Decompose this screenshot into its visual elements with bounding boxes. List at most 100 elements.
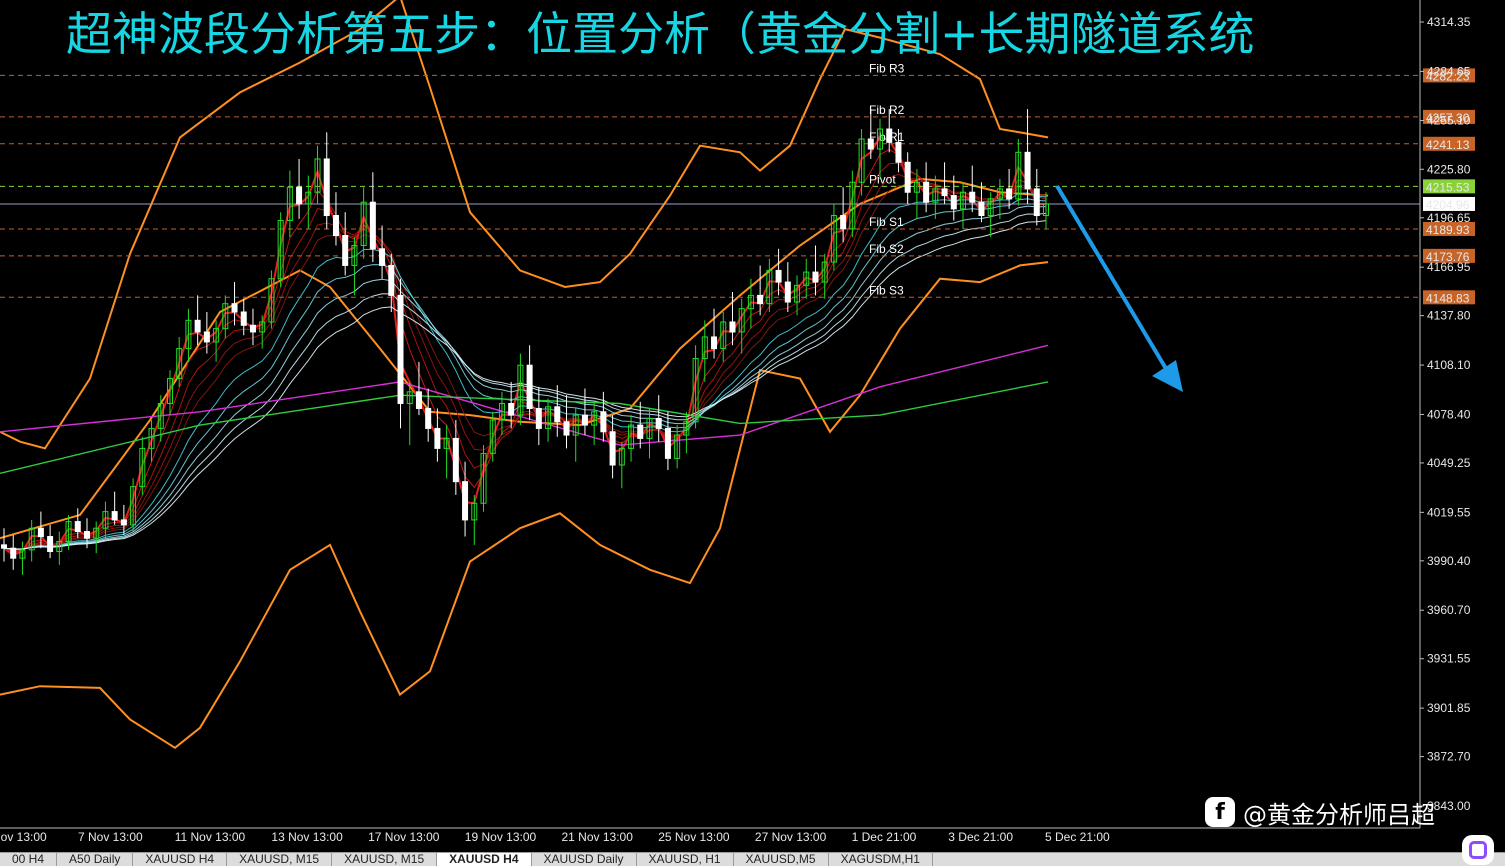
candle-body (332, 215, 339, 236)
chart-tab[interactable]: XAUUSD Daily (532, 853, 637, 866)
candle-body (655, 417, 662, 429)
candle-body (10, 547, 17, 559)
candle-body (1033, 188, 1040, 217)
time-tick-label: 7 Nov 13:00 (78, 830, 143, 844)
watermark-logo-icon: f (1205, 797, 1235, 827)
candle-body (923, 181, 930, 203)
candle-body (1006, 188, 1013, 200)
time-tick-label: 17 Nov 13:00 (368, 830, 440, 844)
chart-tab[interactable]: XAUUSD, M15 (332, 853, 438, 866)
candle-body (47, 536, 54, 553)
candle-body (867, 138, 874, 150)
price-tick-label: 3990.40 (1427, 554, 1471, 568)
fib-price-tag-label: 4241.13 (1426, 138, 1470, 152)
candle-body (757, 294, 764, 305)
candle-body (388, 264, 395, 296)
time-tick-label: Nov 13:00 (0, 830, 47, 844)
candle-body (904, 161, 911, 193)
candle-body (240, 311, 247, 326)
time-tick-label: 1 Dec 21:00 (852, 830, 917, 844)
fib-label: Fib S1 (869, 215, 904, 229)
app-logo-icon (1469, 841, 1487, 859)
time-tick-label: 5 Dec 21:00 (1045, 830, 1110, 844)
candle-body (508, 402, 515, 416)
price-tick-label: 4049.25 (1427, 456, 1471, 470)
price-tick-label: 4314.35 (1427, 15, 1471, 29)
chart-tab[interactable]: XAUUSD H4 (437, 853, 532, 866)
fib-label: Fib R3 (869, 61, 905, 75)
price-tick-label: 4166.95 (1427, 260, 1471, 274)
price-tick-label: 4255.10 (1427, 114, 1471, 128)
chart-title: 超神波段分析第五步：位置分析（黄金分割+长期隧道系统 (66, 7, 1255, 61)
candle-body (775, 269, 782, 283)
price-tick-label: 4225.80 (1427, 162, 1471, 176)
candle-body (194, 319, 201, 333)
candle-body (563, 421, 570, 436)
chart-tab[interactable]: 00 H4 (0, 853, 58, 866)
candle-body (637, 424, 644, 439)
candle-body (342, 234, 349, 266)
candle-body (600, 411, 607, 433)
candle-body (895, 141, 902, 163)
candle-body (111, 511, 118, 521)
time-tick-label: 13 Nov 13:00 (271, 830, 343, 844)
price-tick-label: 3931.55 (1427, 652, 1471, 666)
candle-body (969, 191, 976, 203)
candle-body (379, 248, 386, 266)
candle-body (978, 201, 985, 217)
fib-label: Fib S2 (869, 242, 904, 256)
candle-body (83, 531, 90, 539)
chart-tab[interactable]: XAUUSD, M15 (227, 853, 333, 866)
candle-body (581, 414, 588, 426)
candle-body (425, 407, 432, 429)
candle-body (950, 195, 957, 210)
time-tick-label: 21 Nov 13:00 (562, 830, 634, 844)
price-axis: 4282.234257.304241.134215.534189.934173.… (1419, 0, 1505, 828)
candle-body (415, 391, 422, 409)
price-tick-label: 3960.70 (1427, 603, 1471, 617)
price-tick-label: 4078.40 (1427, 407, 1471, 421)
candle-body (1024, 151, 1031, 190)
time-tick-label: 11 Nov 13:00 (175, 830, 246, 844)
candle-body (554, 406, 561, 423)
price-tick-label: 3901.85 (1427, 701, 1471, 715)
candle-body (941, 188, 948, 197)
price-tick-label: 4137.80 (1427, 309, 1471, 323)
candle-body (535, 407, 542, 429)
candle-body (249, 324, 256, 333)
time-tick-label: 3 Dec 21:00 (948, 830, 1013, 844)
fib-price-tag-label: 4189.93 (1426, 223, 1470, 237)
price-tick-label: 4019.55 (1427, 505, 1471, 519)
candle-body (664, 427, 671, 459)
candle-body (462, 481, 469, 521)
price-tick-label: 4284.65 (1427, 64, 1471, 78)
candle-body (886, 128, 893, 143)
candle-body (397, 294, 404, 404)
time-tick-label: 25 Nov 13:00 (658, 830, 730, 844)
chart-tab[interactable]: XAUUSD,M5 (734, 853, 829, 866)
candle-body (784, 281, 791, 303)
chart-tab[interactable]: A50 Daily (57, 853, 134, 866)
candle-body (231, 303, 238, 313)
author-watermark: f @黄金分析师吕超 (1205, 795, 1435, 829)
chart-tab[interactable]: XAUUSD H4 (133, 853, 228, 866)
app-corner-button[interactable] (1462, 835, 1494, 865)
candle-body (1, 544, 7, 549)
price-tick-label: 3872.70 (1427, 750, 1471, 764)
chart-tabs: 00 H4 A50 Daily XAUUSD H4 XAUUSD, M15 XAUUSD… (0, 852, 1505, 866)
candle-body (296, 186, 303, 205)
price-chart[interactable]: Fib R3Fib R2Fib R1PivotFib S1Fib S2Fib S… (0, 0, 1505, 865)
candle-body (434, 427, 441, 449)
candle-body (203, 331, 210, 343)
candle-body (120, 519, 127, 526)
candle-body (74, 521, 81, 533)
fib-label: Fib R2 (869, 103, 905, 117)
fib-price-tag-label: 4148.83 (1426, 291, 1470, 305)
candle-body (840, 215, 847, 230)
fib-price-tag-label: 4215.53 (1426, 180, 1470, 194)
price-tick-label: 4108.10 (1427, 358, 1471, 372)
chart-tab[interactable]: XAGUSDM,H1 (829, 853, 933, 866)
candle-body (609, 431, 616, 466)
chart-tab[interactable]: XAUUSD, H1 (637, 853, 734, 866)
fib-label: Fib S3 (869, 283, 904, 297)
